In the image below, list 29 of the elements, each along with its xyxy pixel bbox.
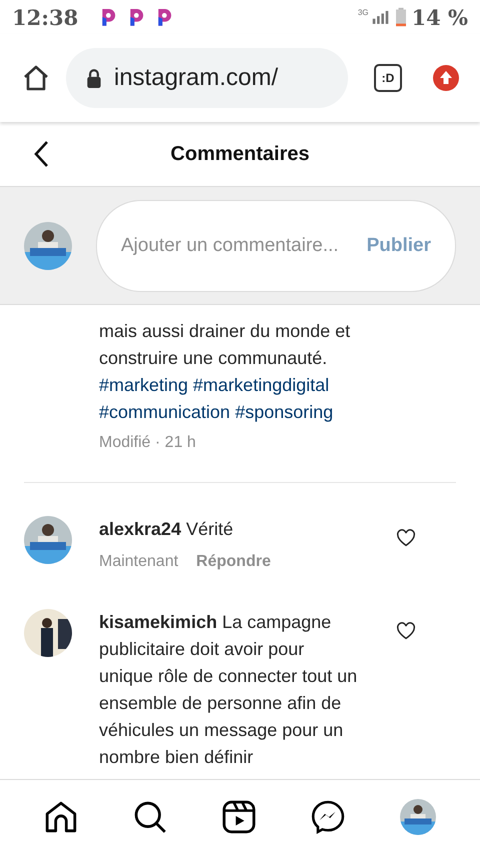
like-icon[interactable] (396, 622, 416, 640)
comment-time: Maintenant (99, 553, 178, 571)
reels-icon[interactable] (222, 800, 256, 834)
address-bar[interactable]: instagram.com/ (66, 48, 348, 108)
notification-icon (128, 7, 144, 27)
hashtag-link[interactable]: #sponsoring (235, 399, 334, 426)
hashtag-link[interactable]: #communication (99, 399, 230, 426)
upload-icon[interactable] (432, 64, 460, 92)
tab-switcher-button[interactable]: :D (374, 64, 402, 92)
signal-icon (370, 8, 390, 26)
comment-text: mais aussi drainer du monde et construire une communauté. (99, 320, 352, 370)
hashtag-link[interactable]: #marketingdigital (193, 372, 330, 399)
home-icon[interactable] (22, 64, 50, 92)
status-time: 12:38 (12, 4, 78, 30)
like-icon[interactable] (396, 529, 416, 547)
lock-icon (86, 68, 102, 88)
notification-icon (156, 7, 172, 27)
hashtag-link[interactable]: #marketing (99, 372, 188, 399)
battery-icon (396, 7, 406, 27)
battery-level: 14 % (412, 4, 468, 30)
notification-icon (100, 7, 116, 27)
comment-text: alexkra24 Vérité (99, 518, 234, 541)
page-title: Commentaires (170, 142, 310, 166)
messenger-icon[interactable] (311, 800, 346, 834)
search-icon[interactable] (132, 800, 167, 834)
comment-meta: Modifié · 21 h (99, 434, 196, 452)
comment-text: kisamekimich La campagne publicitaire doit avoir pour unique rôle de connecter tout un ensemble de personne afin de véhicules un message pour un nombre bien définir (99, 611, 358, 769)
home-icon[interactable] (44, 800, 78, 834)
network-type: 3G (358, 8, 368, 17)
